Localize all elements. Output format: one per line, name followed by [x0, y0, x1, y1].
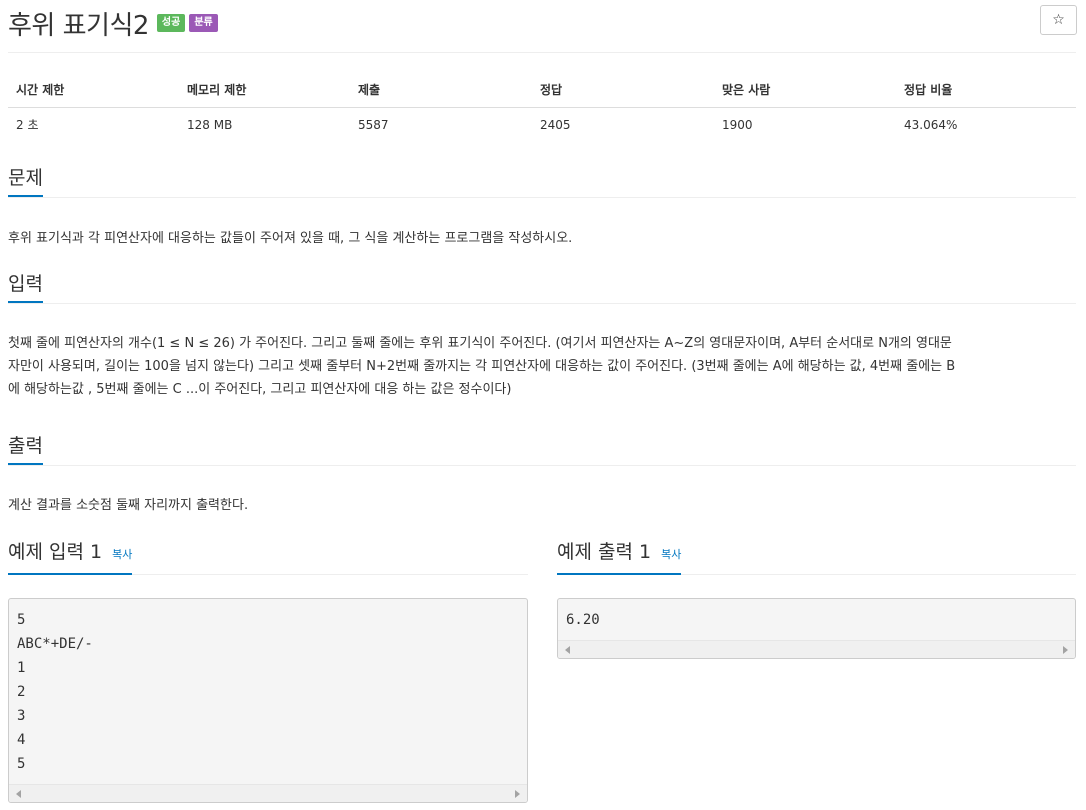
success-badge: 성공 [156, 14, 186, 32]
input-title: 입력 [8, 272, 43, 303]
solved-users-value: 1900 [722, 117, 753, 132]
info-header-row: 시간 제한 메모리 제한 제출 정답 맞은 사람 정답 비율 [8, 72, 1076, 108]
horizontal-scrollbar[interactable] [558, 640, 1075, 658]
output-section-header: 출력 [8, 434, 1076, 466]
description-text: 후위 표기식과 각 피연산자에 대응하는 값들이 주어져 있을 때, 그 식을 … [8, 231, 573, 246]
sample-input-title-text: 예제 입력 1 [8, 541, 103, 563]
sample-output-title-text: 예제 출력 1 [557, 541, 652, 563]
accept-ratio-header: 정답 비율 [896, 72, 1076, 108]
description-title: 문제 [8, 166, 43, 197]
submissions-value: 5587 [358, 117, 389, 132]
info-value-row: 2 초 128 MB 5587 2405 1900 43.064% [8, 108, 1076, 142]
scroll-left-arrow-icon[interactable] [565, 646, 570, 654]
input-section-header: 입력 [8, 272, 1076, 304]
accepted-header: 정답 [532, 72, 714, 108]
scroll-right-arrow-icon[interactable] [515, 790, 520, 798]
copy-sample-input-link[interactable]: 복사 [112, 548, 132, 561]
problem-header: 후위 표기식2 성공 분류 [8, 6, 218, 41]
sample-input-header: 예제 입력 1 복사 [8, 539, 528, 575]
input-text-line: 에 해당하는값 , 5번째 줄에는 C ...이 주어진다, 그리고 피연산자에… [8, 382, 512, 397]
time-limit-header: 시간 제한 [8, 72, 179, 108]
sample-output-title: 예제 출력 1 복사 [557, 539, 682, 575]
horizontal-scrollbar[interactable] [9, 784, 527, 802]
scroll-right-arrow-icon[interactable] [1063, 646, 1068, 654]
sample-output-content[interactable]: 6.20 [558, 599, 1075, 641]
description-section-header: 문제 [8, 166, 1076, 198]
problem-info-table: 시간 제한 메모리 제한 제출 정답 맞은 사람 정답 비율 2 초 128 M… [8, 72, 1076, 141]
sample-output-header: 예제 출력 1 복사 [557, 539, 1076, 575]
memory-limit-value: 128 MB [187, 117, 233, 132]
input-description: 첫째 줄에 피연산자의 개수(1 ≤ N ≤ 26) 가 주어진다. 그리고 둘… [8, 332, 1076, 401]
sample-output-box[interactable]: 6.20 [557, 598, 1076, 659]
accepted-value: 2405 [540, 117, 571, 132]
submissions-header: 제출 [350, 72, 532, 108]
sample-input-content[interactable]: 5 ABC*+DE/- 1 2 3 4 5 [9, 599, 527, 785]
scroll-left-arrow-icon[interactable] [16, 790, 21, 798]
output-text: 계산 결과를 소숫점 둘째 자리까지 출력한다. [8, 498, 249, 513]
time-limit-value: 2 초 [16, 118, 39, 132]
star-icon: ☆ [1052, 12, 1065, 28]
output-title: 출력 [8, 434, 43, 465]
favorite-button[interactable]: ☆ [1040, 5, 1077, 35]
sample-input-box[interactable]: 5 ABC*+DE/- 1 2 3 4 5 [8, 598, 528, 803]
input-text-line: 자만이 사용되며, 길이는 100을 넘지 않는다) 그리고 셋째 줄부터 N+… [8, 359, 956, 374]
category-badge[interactable]: 분류 [189, 14, 218, 32]
accept-ratio-value: 43.064% [904, 117, 958, 132]
solved-users-header: 맞은 사람 [714, 72, 896, 108]
input-text-line: 첫째 줄에 피연산자의 개수(1 ≤ N ≤ 26) 가 주어진다. 그리고 둘… [8, 336, 952, 351]
memory-limit-header: 메모리 제한 [179, 72, 350, 108]
copy-sample-output-link[interactable]: 복사 [661, 548, 681, 561]
sample-input-title: 예제 입력 1 복사 [8, 539, 133, 575]
problem-title: 후위 표기식2 [8, 10, 149, 41]
title-divider [8, 52, 1076, 53]
